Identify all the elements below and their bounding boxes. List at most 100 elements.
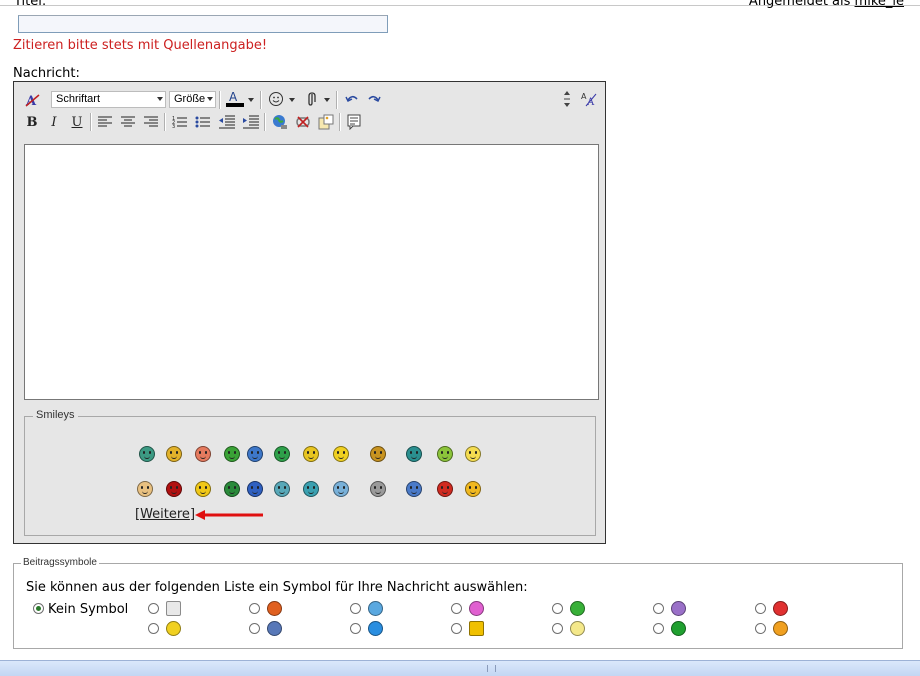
emoticon-icon[interactable] xyxy=(266,89,286,109)
toolbar-separator xyxy=(339,113,341,131)
smiley-icon[interactable] xyxy=(333,446,349,462)
post-symbol-radio[interactable] xyxy=(148,623,159,634)
login-user-link[interactable]: mike_le xyxy=(855,0,904,9)
post-symbol-radio[interactable] xyxy=(755,623,766,634)
smiley-icon[interactable] xyxy=(465,446,481,462)
post-symbol-radio[interactable] xyxy=(249,623,260,634)
toolbar-separator xyxy=(164,113,166,131)
indent-icon[interactable] xyxy=(241,112,261,132)
rich-text-editor: A Schriftart Größe A AA B I U xyxy=(13,81,606,544)
smiley-icon[interactable] xyxy=(195,481,211,497)
question-icon xyxy=(368,621,383,636)
smiley-icon[interactable] xyxy=(137,481,153,497)
smile-yellow-icon xyxy=(166,621,181,636)
toolbar-separator xyxy=(264,113,266,131)
warning-icon xyxy=(469,621,484,636)
smiley-icon[interactable] xyxy=(224,446,240,462)
smiley-icon[interactable] xyxy=(333,481,349,497)
tongue-pink-icon xyxy=(469,601,484,616)
thumbs-up-icon xyxy=(773,621,788,636)
quote-icon[interactable] xyxy=(344,112,364,132)
attachment-dropdown-icon[interactable] xyxy=(322,90,332,110)
font-color-dropdown-icon[interactable] xyxy=(246,90,256,110)
undo-icon[interactable] xyxy=(342,89,362,109)
insert-link-icon[interactable] xyxy=(270,112,290,132)
toolbar-separator xyxy=(260,91,262,109)
post-symbol-radio[interactable] xyxy=(350,603,361,614)
post-symbols-panel: Beitragssymbole Sie können aus der folge… xyxy=(13,557,903,649)
message-textarea[interactable] xyxy=(24,144,599,400)
post-symbol-radio[interactable] xyxy=(653,603,664,614)
cool-icon xyxy=(267,621,282,636)
redo-icon[interactable] xyxy=(364,89,384,109)
status-bar xyxy=(0,660,920,676)
post-symbol-radio[interactable] xyxy=(755,603,766,614)
post-symbol-radio[interactable] xyxy=(249,603,260,614)
insert-image-icon[interactable] xyxy=(316,112,336,132)
post-symbol-radio[interactable] xyxy=(552,623,563,634)
smiley-icon[interactable] xyxy=(247,481,263,497)
post-symbols-legend: Beitragssymbole xyxy=(21,557,99,568)
bold-icon[interactable]: B xyxy=(22,112,42,132)
angry-red-icon xyxy=(773,601,788,616)
ordered-list-icon[interactable]: 123 xyxy=(170,112,190,132)
title-input[interactable] xyxy=(18,15,388,33)
svg-text:A: A xyxy=(229,90,238,104)
chevron-down-icon xyxy=(157,97,163,101)
smiley-icon[interactable] xyxy=(274,446,290,462)
post-symbol-radio[interactable] xyxy=(350,623,361,634)
grin-green-icon xyxy=(570,601,585,616)
post-symbol-radio[interactable] xyxy=(653,623,664,634)
thumbs-down-icon xyxy=(267,601,282,616)
font-family-select[interactable]: Schriftart xyxy=(51,91,166,108)
smiley-icon[interactable] xyxy=(303,446,319,462)
smiley-icon[interactable] xyxy=(195,446,211,462)
smileys-panel: Smileys [Weitere] xyxy=(24,409,596,536)
resize-vertical-icon[interactable] xyxy=(557,89,577,109)
remove-link-icon[interactable] xyxy=(293,112,313,132)
post-symbol-radio[interactable] xyxy=(451,603,462,614)
sad-purple-icon xyxy=(671,601,686,616)
more-smileys-label[interactable]: Weitere xyxy=(140,507,190,522)
post-symbol-radio[interactable] xyxy=(552,603,563,614)
more-smileys-link[interactable]: [Weitere] xyxy=(135,507,195,522)
smiley-icon[interactable] xyxy=(370,446,386,462)
smiley-icon[interactable] xyxy=(224,481,240,497)
toolbar-separator xyxy=(90,113,92,131)
smiley-icon[interactable] xyxy=(406,446,422,462)
svg-text:3: 3 xyxy=(172,124,175,129)
citation-notice: Zitieren bitte stets mit Quellenangabe! xyxy=(13,38,268,53)
font-size-select[interactable]: Größe xyxy=(169,91,216,108)
smiley-icon[interactable] xyxy=(370,481,386,497)
smiley-icon[interactable] xyxy=(437,481,453,497)
unordered-list-icon[interactable] xyxy=(193,112,213,132)
emoticon-dropdown-icon[interactable] xyxy=(287,90,297,110)
svg-text:A: A xyxy=(586,97,595,107)
smiley-icon[interactable] xyxy=(166,446,182,462)
no-symbol-radio[interactable] xyxy=(33,603,44,614)
scrollbar-grip-icon[interactable] xyxy=(487,665,496,672)
font-color-button[interactable]: A xyxy=(225,89,245,109)
login-prefix: Angemeldet als xyxy=(748,0,855,9)
smiley-icon[interactable] xyxy=(437,446,453,462)
align-center-icon[interactable] xyxy=(118,112,138,132)
smiley-icon[interactable] xyxy=(465,481,481,497)
italic-icon[interactable]: I xyxy=(44,112,64,132)
remove-format-icon[interactable]: A xyxy=(22,90,42,110)
align-right-icon[interactable] xyxy=(141,112,161,132)
message-label: Nachricht: xyxy=(13,66,80,81)
outdent-icon[interactable] xyxy=(217,112,237,132)
smiley-icon[interactable] xyxy=(303,481,319,497)
smiley-icon[interactable] xyxy=(406,481,422,497)
underline-icon[interactable]: U xyxy=(67,112,87,132)
smiley-icon[interactable] xyxy=(166,481,182,497)
smiley-icon[interactable] xyxy=(247,446,263,462)
text-direction-icon[interactable]: AA xyxy=(579,89,599,109)
post-symbol-radio[interactable] xyxy=(451,623,462,634)
smiley-icon[interactable] xyxy=(139,446,155,462)
post-symbol-radio[interactable] xyxy=(148,603,159,614)
smiley-icon[interactable] xyxy=(274,481,290,497)
align-left-icon[interactable] xyxy=(95,112,115,132)
attachment-icon[interactable] xyxy=(302,89,322,109)
toolbar-separator xyxy=(219,91,221,109)
